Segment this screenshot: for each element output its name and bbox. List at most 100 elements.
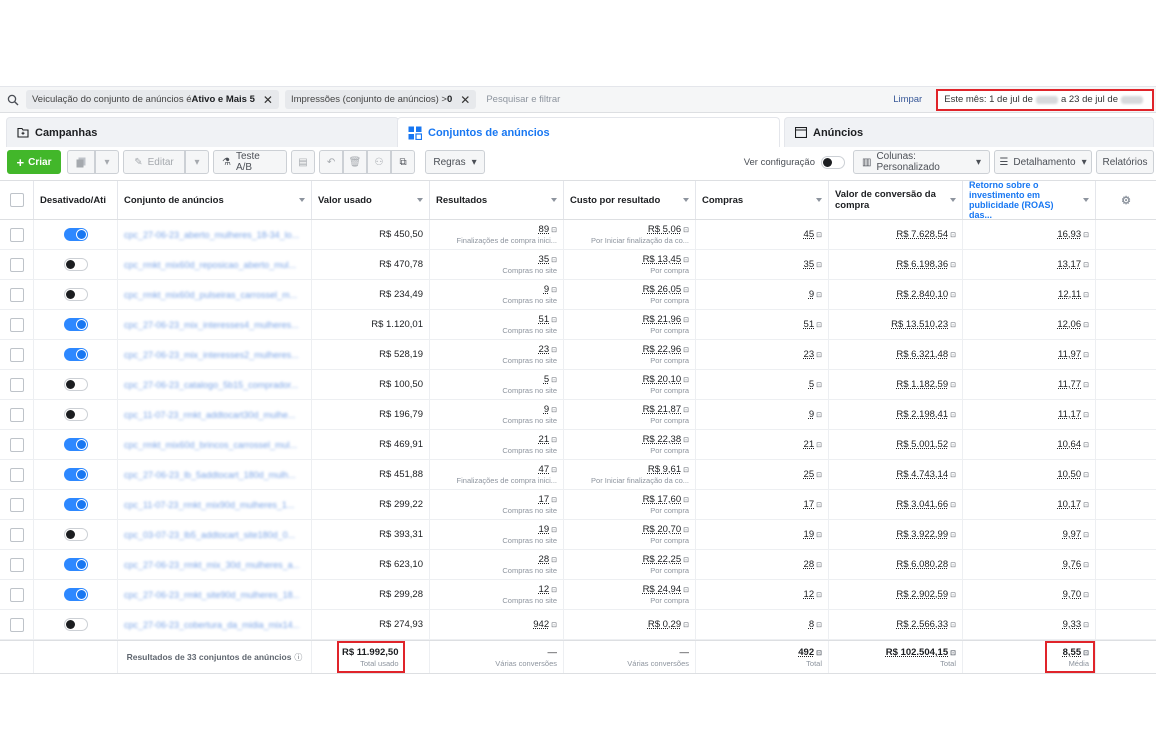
cost-per-result[interactable]: R$ 5,06 ⊡ [648, 224, 689, 235]
roas-value[interactable]: 11,17 ⊡ [1058, 409, 1089, 420]
search-input[interactable]: Pesquisar e filtrar [486, 94, 893, 105]
purchases-value[interactable]: 23 ⊡ [804, 349, 822, 360]
tag-button[interactable]: ⚇ [367, 150, 391, 174]
results-value[interactable]: 28 ⊡ [539, 554, 557, 565]
adset-status-toggle[interactable] [63, 558, 88, 571]
results-value[interactable]: 47 ⊡ [539, 464, 557, 475]
purchases-value[interactable]: 19 ⊡ [804, 529, 822, 540]
gear-icon[interactable]: ⚙ [1121, 194, 1131, 207]
conversion-value[interactable]: R$ 2.198,41 ⊡ [896, 409, 956, 420]
table-row[interactable]: cpc_11-07-23_rmkt_addtocart30d_mulhe... … [0, 400, 1156, 430]
roas-value[interactable]: 9,76 ⊡ [1063, 559, 1089, 570]
table-row[interactable]: cpc_27-06-23_rmkt_mix_30d_mulheres_a... … [0, 550, 1156, 580]
rules-button[interactable]: Regras ▾ [425, 150, 485, 174]
purchases-value[interactable]: 12 ⊡ [804, 589, 822, 600]
results-value[interactable]: 12 ⊡ [539, 584, 557, 595]
table-row[interactable]: cpc_11-07-23_rmkt_mix90d_mulheres_1... R… [0, 490, 1156, 520]
results-value[interactable]: 9 ⊡ [544, 284, 557, 295]
adset-status-toggle[interactable] [63, 618, 88, 631]
purchases-value[interactable]: 25 ⊡ [804, 469, 822, 480]
conversion-value[interactable]: R$ 7.628,54 ⊡ [896, 229, 956, 240]
results-value[interactable]: 5 ⊡ [544, 374, 557, 385]
roas-value[interactable]: 16,93 ⊡ [1057, 229, 1089, 240]
purchases-value[interactable]: 35 ⊡ [804, 259, 822, 270]
adset-status-toggle[interactable] [63, 438, 88, 451]
adset-name-link[interactable]: cpc_rmkt_mix60d_brincos_carrossel_mul... [124, 440, 299, 450]
results-value[interactable]: 23 ⊡ [539, 344, 557, 355]
filter-chip-delivery[interactable]: Veiculação do conjunto de anúncios é Ati… [26, 90, 279, 109]
filter-chip-impressions[interactable]: Impressões (conjunto de anúncios) > 0 ✕ [284, 90, 477, 109]
row-checkbox[interactable] [9, 287, 24, 302]
columns-button[interactable]: ▥ Colunas: Personalizado ▾ [853, 150, 990, 174]
roas-value[interactable]: 9,70 ⊡ [1063, 589, 1089, 600]
purchases-value[interactable]: 28 ⊡ [804, 559, 822, 570]
tab-campanhas[interactable]: Campanhas [6, 117, 399, 147]
row-checkbox[interactable] [9, 257, 24, 272]
delete-button[interactable]: 🗑 [343, 150, 367, 174]
conversion-value[interactable]: R$ 13.510,23 ⊡ [891, 319, 956, 330]
preview-button[interactable]: ⧉ [391, 150, 415, 174]
search-icon[interactable] [0, 94, 26, 106]
view-setup-toggle[interactable] [821, 155, 845, 169]
roas-value[interactable]: 11,77 ⊡ [1058, 379, 1089, 390]
col-resultados-header[interactable]: Resultados [430, 181, 564, 219]
cost-per-result[interactable]: R$ 17,60 ⊡ [643, 494, 689, 505]
adset-status-toggle[interactable] [63, 588, 88, 601]
purchases-value[interactable]: 9 ⊡ [809, 289, 822, 300]
adset-name-link[interactable]: cpc_27-06-23_cobertura_da_midia_mix14... [124, 620, 299, 630]
adset-status-toggle[interactable] [63, 408, 88, 421]
results-value[interactable]: 9 ⊡ [544, 404, 557, 415]
conversion-value[interactable]: R$ 2.902,59 ⊡ [896, 589, 956, 600]
cost-per-result[interactable]: R$ 22,25 ⊡ [643, 554, 689, 565]
roas-value[interactable]: 11,97 ⊡ [1058, 349, 1089, 360]
results-value[interactable]: 942 ⊡ [533, 619, 557, 630]
adset-status-toggle[interactable] [63, 258, 88, 271]
table-row[interactable]: cpc_27-06-23_lb_5addtocart_180d_mulh... … [0, 460, 1156, 490]
adset-status-toggle[interactable] [63, 318, 88, 331]
purchases-value[interactable]: 5 ⊡ [809, 379, 822, 390]
cost-per-result[interactable]: R$ 0,29 ⊡ [648, 619, 689, 630]
col-valor-header[interactable]: Valor usado [312, 181, 430, 219]
col-conv-header[interactable]: Valor de conversão da compra [829, 181, 963, 219]
table-row[interactable]: cpc_27-06-23_cobertura_da_midia_mix14...… [0, 610, 1156, 640]
adset-status-toggle[interactable] [63, 528, 88, 541]
conversion-value[interactable]: R$ 4.743,14 ⊡ [896, 469, 956, 480]
conversion-value[interactable]: R$ 6.198,36 ⊡ [896, 259, 956, 270]
roas-value[interactable]: 10,50 ⊡ [1057, 469, 1089, 480]
clear-filters-link[interactable]: Limpar [893, 94, 922, 105]
table-row[interactable]: cpc_27-06-23_mix_interesses2_mulheres...… [0, 340, 1156, 370]
adset-status-toggle[interactable] [63, 498, 88, 511]
tab-conjuntos[interactable]: Conjuntos de anúncios [397, 117, 780, 147]
conversion-value[interactable]: R$ 3.922,99 ⊡ [896, 529, 956, 540]
row-checkbox[interactable] [9, 467, 24, 482]
reports-button[interactable]: Relatórios [1096, 150, 1154, 174]
table-row[interactable]: cpc_rmkt_mix60d_brincos_carrossel_mul...… [0, 430, 1156, 460]
adset-name-link[interactable]: cpc_27-06-23_rmkt_site90d_mulheres_18... [124, 590, 299, 600]
row-checkbox[interactable] [9, 437, 24, 452]
adset-name-link[interactable]: cpc_rmkt_mix60d_pulseiras_carrossel_m... [124, 290, 299, 300]
conversion-value[interactable]: R$ 6.321,48 ⊡ [896, 349, 956, 360]
conversion-value[interactable]: R$ 2.566,33 ⊡ [896, 619, 956, 630]
row-checkbox[interactable] [9, 527, 24, 542]
results-value[interactable]: 19 ⊡ [539, 524, 557, 535]
row-checkbox[interactable] [9, 347, 24, 362]
row-checkbox[interactable] [9, 407, 24, 422]
undo-button[interactable]: ↶ [319, 150, 343, 174]
row-checkbox[interactable] [9, 377, 24, 392]
cost-per-result[interactable]: R$ 22,96 ⊡ [643, 344, 689, 355]
tab-anuncios[interactable]: Anúncios [784, 117, 1154, 147]
adset-name-link[interactable]: cpc_27-06-23_mix_interesses2_mulheres... [124, 350, 299, 360]
adset-name-link[interactable]: cpc_03-07-23_lb5_addtocart_site180d_0... [124, 530, 299, 540]
adset-name-link[interactable]: cpc_27-06-23_rmkt_mix_30d_mulheres_a... [124, 560, 299, 570]
roas-value[interactable]: 10,64 ⊡ [1057, 439, 1089, 450]
roas-value[interactable]: 12,11 ⊡ [1058, 289, 1089, 300]
roas-value[interactable]: 12,06 ⊡ [1057, 319, 1089, 330]
adset-name-link[interactable]: cpc_27-06-23_lb_5addtocart_180d_mulh... [124, 470, 299, 480]
roas-value[interactable]: 9,97 ⊡ [1063, 529, 1089, 540]
adset-name-link[interactable]: cpc_rmkt_mix60d_reposicao_aberto_mul... [124, 260, 299, 270]
table-row[interactable]: cpc_27-06-23_mix_interesses4_mulheres...… [0, 310, 1156, 340]
col-custo-header[interactable]: Custo por resultado [564, 181, 696, 219]
conversion-value[interactable]: R$ 5.001,52 ⊡ [896, 439, 956, 450]
clipboard-button[interactable]: ▤ [291, 150, 315, 174]
purchases-value[interactable]: 17 ⊡ [804, 499, 822, 510]
